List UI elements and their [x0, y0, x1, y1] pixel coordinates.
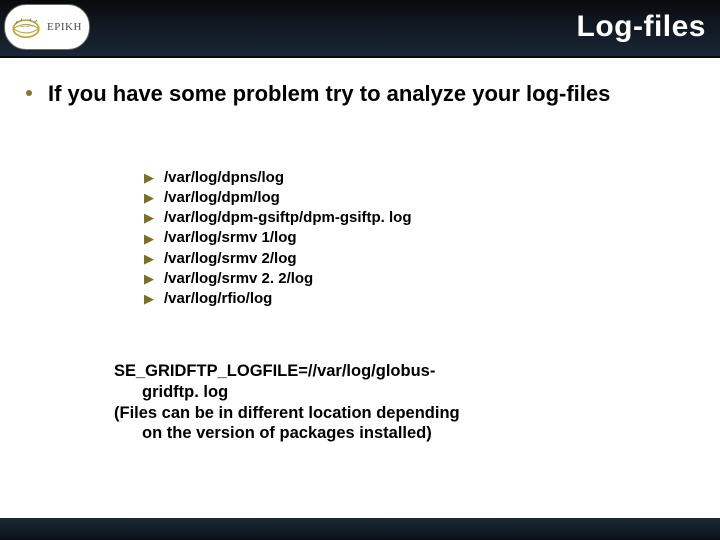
- note-line: (Files can be in different location depe…: [114, 404, 460, 422]
- footer-note: SE_GRIDFTP_LOGFILE=//var/log/globus- gri…: [114, 361, 534, 444]
- arrow-icon: ▶: [144, 270, 154, 288]
- list-item: ▶ /var/log/srmv 2. 2/log: [144, 269, 694, 289]
- path-text: /var/log/dpns/log: [164, 168, 284, 188]
- path-text: /var/log/rfio/log: [164, 289, 272, 309]
- lead-row: If you have some problem try to analyze …: [26, 80, 694, 108]
- log-paths-list: ▶ /var/log/dpns/log ▶ /var/log/dpm/log ▶…: [144, 168, 694, 310]
- bottom-strip: [0, 518, 720, 540]
- note-line: SE_GRIDFTP_LOGFILE=//var/log/globus-: [114, 362, 435, 380]
- page-title: Log-files: [577, 10, 707, 44]
- header-banner: EPIKH Log-files: [0, 0, 720, 58]
- slide-body: If you have some problem try to analyze …: [0, 58, 720, 444]
- bullet-icon: [26, 90, 32, 96]
- note-line: gridftp. log: [114, 382, 534, 403]
- path-text: /var/log/dpm-gsiftp/dpm-gsiftp. log: [164, 208, 411, 228]
- logo-text: EPIKH: [47, 21, 82, 33]
- slide: EPIKH Log-files If you have some problem…: [0, 0, 720, 540]
- arrow-icon: ▶: [144, 189, 154, 207]
- path-text: /var/log/srmv 1/log: [164, 228, 297, 248]
- list-item: ▶ /var/log/dpm/log: [144, 188, 694, 208]
- arrow-icon: ▶: [144, 290, 154, 308]
- list-item: ▶ /var/log/dpns/log: [144, 168, 694, 188]
- list-item: ▶ /var/log/dpm-gsiftp/dpm-gsiftp. log: [144, 208, 694, 228]
- lead-text: If you have some problem try to analyze …: [48, 80, 610, 108]
- list-item: ▶ /var/log/srmv 1/log: [144, 228, 694, 248]
- arrow-icon: ▶: [144, 169, 154, 187]
- arrow-icon: ▶: [144, 230, 154, 248]
- path-text: /var/log/srmv 2/log: [164, 249, 297, 269]
- list-item: ▶ /var/log/rfio/log: [144, 289, 694, 309]
- globe-icon: [9, 13, 43, 41]
- note-line: on the version of packages installed): [114, 423, 534, 444]
- arrow-icon: ▶: [144, 209, 154, 227]
- arrow-icon: ▶: [144, 250, 154, 268]
- list-item: ▶ /var/log/srmv 2/log: [144, 249, 694, 269]
- path-text: /var/log/dpm/log: [164, 188, 280, 208]
- path-text: /var/log/srmv 2. 2/log: [164, 269, 313, 289]
- logo: EPIKH: [4, 4, 90, 50]
